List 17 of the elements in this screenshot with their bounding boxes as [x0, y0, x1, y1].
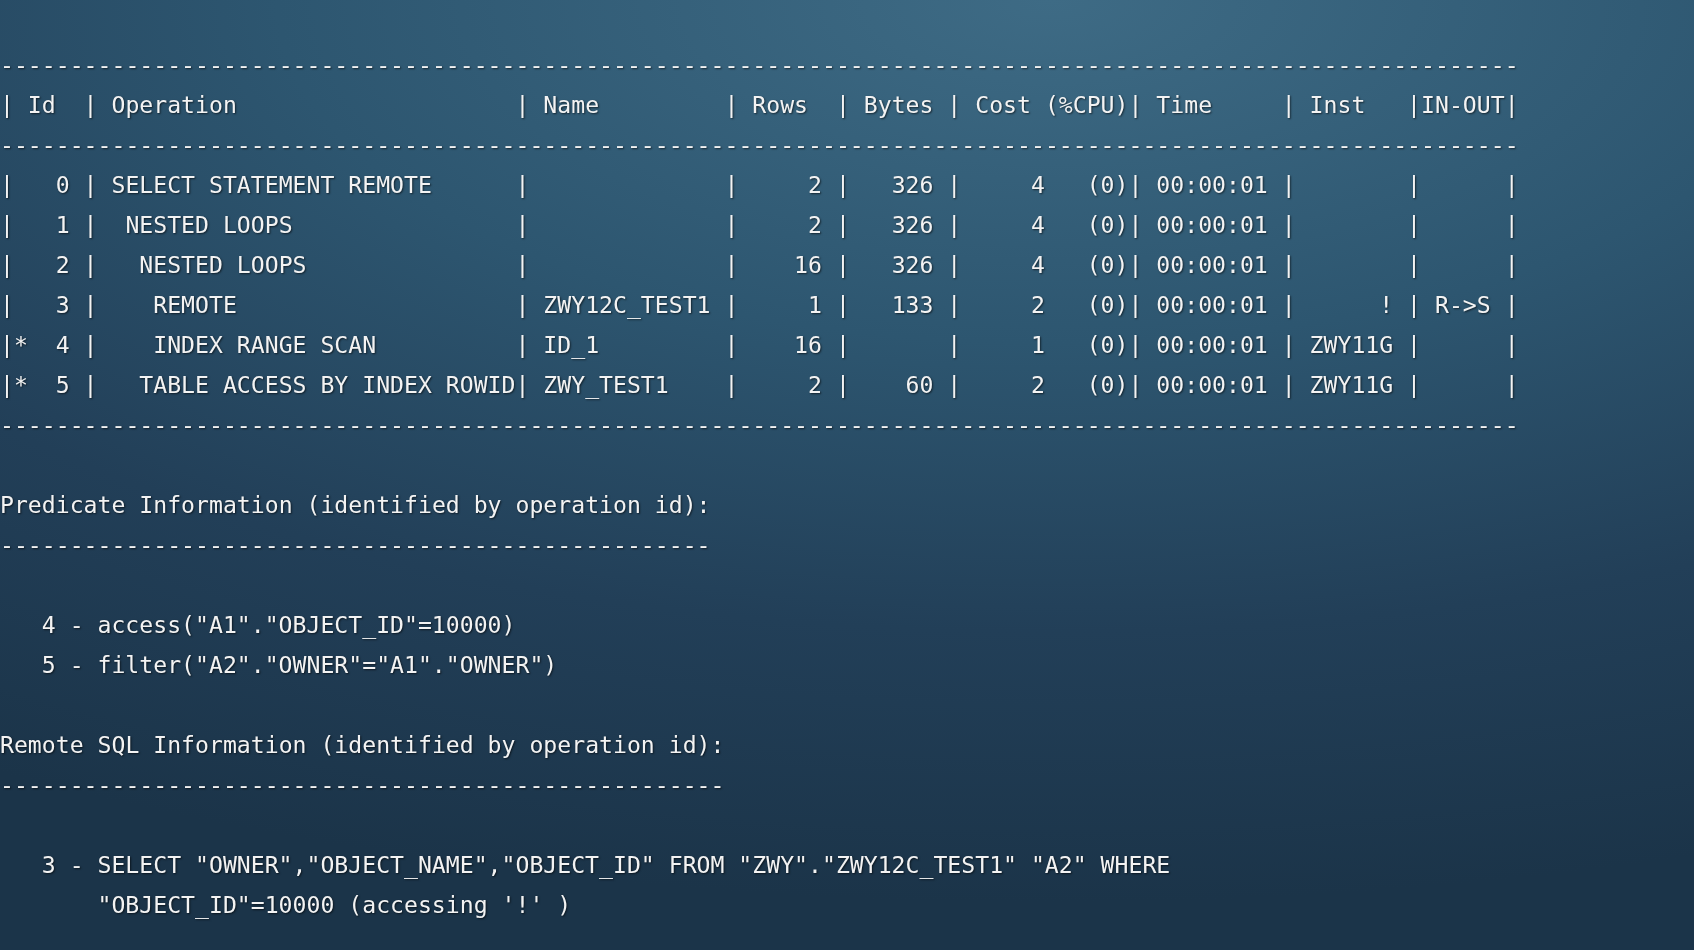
dashed-rule: ------------------------------------------------------------------------------------------------------------- [0, 131, 1519, 160]
table-row-text: | 0 | SELECT STATEMENT REMOTE | | 2 | 326 | 4 (0)| 00:00:01 | | | [0, 171, 1519, 200]
dashed-rule: ------------------------------------------------------------------------------------------------------------- [0, 411, 1519, 440]
table-row-text: |* 5 | TABLE ACCESS BY INDEX ROWID| ZWY_TEST1 | 2 | 60 | 2 (0)| 00:00:01 | ZWY11G | | [0, 371, 1519, 401]
table-row-text: | 3 | REMOTE | ZWY12C_TEST1 | 1 | 133 | 2 (0)| 00:00:01 | ! | R->S | [0, 291, 1519, 321]
dashed-rule: --------------------------------------------------- [0, 531, 711, 560]
dashed-rule: ------------------------------------------------------------------------------------------------------------- [0, 51, 1519, 80]
predicate-line: 4 - access("A1"."OBJECT_ID"=10000) [41, 611, 516, 641]
table-row-text: | 2 | NESTED LOOPS | | 16 | 326 | 4 (0)| 00:00:01 | | | [0, 251, 1519, 280]
table-row-text: |* 4 | INDEX RANGE SCAN | ID_1 | 16 | | 1 (0)| 00:00:01 | ZWY11G | | [0, 331, 1519, 361]
dashed-rule: ---------------------------------------------------- [0, 771, 725, 800]
remote-sql-statement: 3 - SELECT "OWNER","OBJECT_NAME","OBJECT_ID" FROM "ZWY"."ZWY12C_TEST1" "A2" WHERE "OBJECT_ID"=10000 (accessing '!' ) [41, 851, 1172, 921]
section-title: Remote SQL Information (identified by operation id): [0, 731, 725, 760]
table-row-text: | 1 | NESTED LOOPS | | 2 | 326 | 4 (0)| 00:00:01 | | | [0, 211, 1519, 240]
section-title: Predicate Information (identified by operation id): [0, 491, 711, 520]
table-header-row-text: | Id | Operation | Name | Rows | Bytes | Cost (%CPU)| Time | Inst |IN-OUT| [0, 91, 1519, 120]
predicate-line: 5 - filter("A2"."OWNER"="A1"."OWNER") [41, 651, 558, 680]
